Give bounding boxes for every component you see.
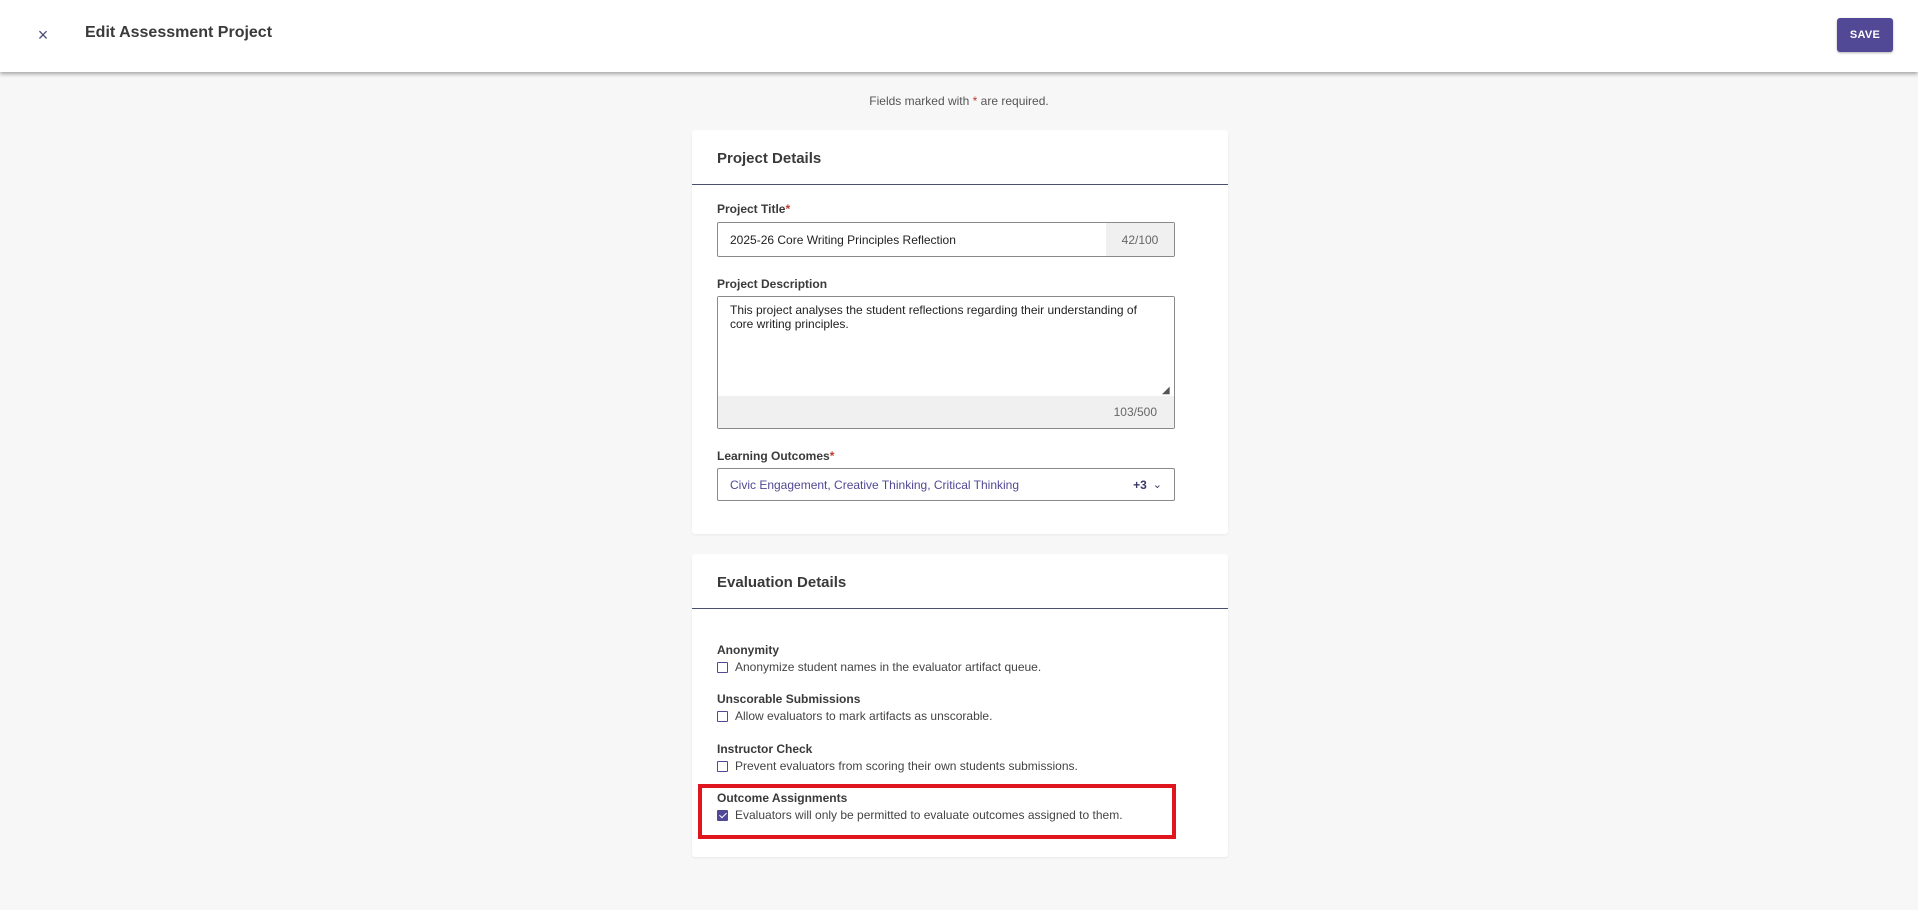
project-description-textarea[interactable]: This project analyses the student reflec… xyxy=(718,297,1174,397)
project-description-counter: 103/500 xyxy=(718,396,1174,428)
project-description-field-wrap: This project analyses the student reflec… xyxy=(717,296,1175,429)
learning-outcomes-label-text: Learning Outcomes xyxy=(717,449,830,463)
close-icon[interactable]: × xyxy=(30,22,56,48)
evaluation-details-heading: Evaluation Details xyxy=(692,554,1228,609)
learning-outcomes-label: Learning Outcomes* xyxy=(717,449,834,463)
required-star: * xyxy=(829,449,835,463)
required-star: * xyxy=(972,94,978,108)
outcome-assignments-checkbox[interactable] xyxy=(717,809,728,821)
project-details-card: Project Details Project Title* 42/100 Pr… xyxy=(692,130,1228,534)
anonymity-option: Anonymity Anonymize student names in the… xyxy=(717,643,1041,674)
unscorable-submissions-checkbox[interactable] xyxy=(717,710,728,722)
learning-outcomes-select[interactable]: Civic Engagement, Creative Thinking, Cri… xyxy=(717,468,1175,501)
outcome-assignments-title: Outcome Assignments xyxy=(717,791,848,805)
required-note-prefix: Fields marked with xyxy=(869,94,970,108)
unscorable-submissions-title: Unscorable Submissions xyxy=(717,692,861,706)
project-title-label: Project Title* xyxy=(717,202,790,216)
anonymity-description: Anonymize student names in the evaluator… xyxy=(735,660,1042,674)
top-bar: × Edit Assessment Project SAVE xyxy=(0,0,1918,72)
required-star: * xyxy=(785,202,791,216)
required-fields-note: Fields marked with * are required. xyxy=(0,94,1918,108)
instructor-check-title: Instructor Check xyxy=(717,742,813,756)
resize-handle-icon[interactable]: ◢ xyxy=(1162,385,1172,396)
project-title-label-text: Project Title xyxy=(717,202,786,216)
learning-outcomes-more-count: +3 xyxy=(1133,477,1147,492)
outcome-assignments-option: Outcome Assignments Evaluators will only… xyxy=(717,791,1123,822)
required-note-suffix: are required. xyxy=(980,94,1049,108)
project-title-counter: 42/100 xyxy=(1106,223,1174,256)
instructor-check-description: Prevent evaluators from scoring their ow… xyxy=(735,759,1078,773)
save-button[interactable]: SAVE xyxy=(1837,18,1893,52)
project-details-heading: Project Details xyxy=(692,130,1228,185)
anonymity-checkbox[interactable] xyxy=(717,661,728,673)
chevron-down-icon: ⌄ xyxy=(1152,479,1162,491)
page-title: Edit Assessment Project xyxy=(85,24,273,41)
project-description-label: Project Description xyxy=(717,277,828,291)
instructor-check-option: Instructor Check Prevent evaluators from… xyxy=(717,742,1078,773)
project-title-input[interactable] xyxy=(718,223,1106,256)
outcome-assignments-description: Evaluators will only be permitted to eva… xyxy=(735,808,1123,822)
learning-outcomes-value: Civic Engagement, Creative Thinking, Cri… xyxy=(730,477,1020,492)
instructor-check-checkbox[interactable] xyxy=(717,760,728,772)
evaluation-details-card: Evaluation Details Anonymity Anonymize s… xyxy=(692,554,1228,857)
unscorable-submissions-option: Unscorable Submissions Allow evaluators … xyxy=(717,692,992,723)
anonymity-title: Anonymity xyxy=(717,643,780,657)
project-title-field-wrap: 42/100 xyxy=(717,222,1175,257)
unscorable-submissions-description: Allow evaluators to mark artifacts as un… xyxy=(735,709,993,723)
